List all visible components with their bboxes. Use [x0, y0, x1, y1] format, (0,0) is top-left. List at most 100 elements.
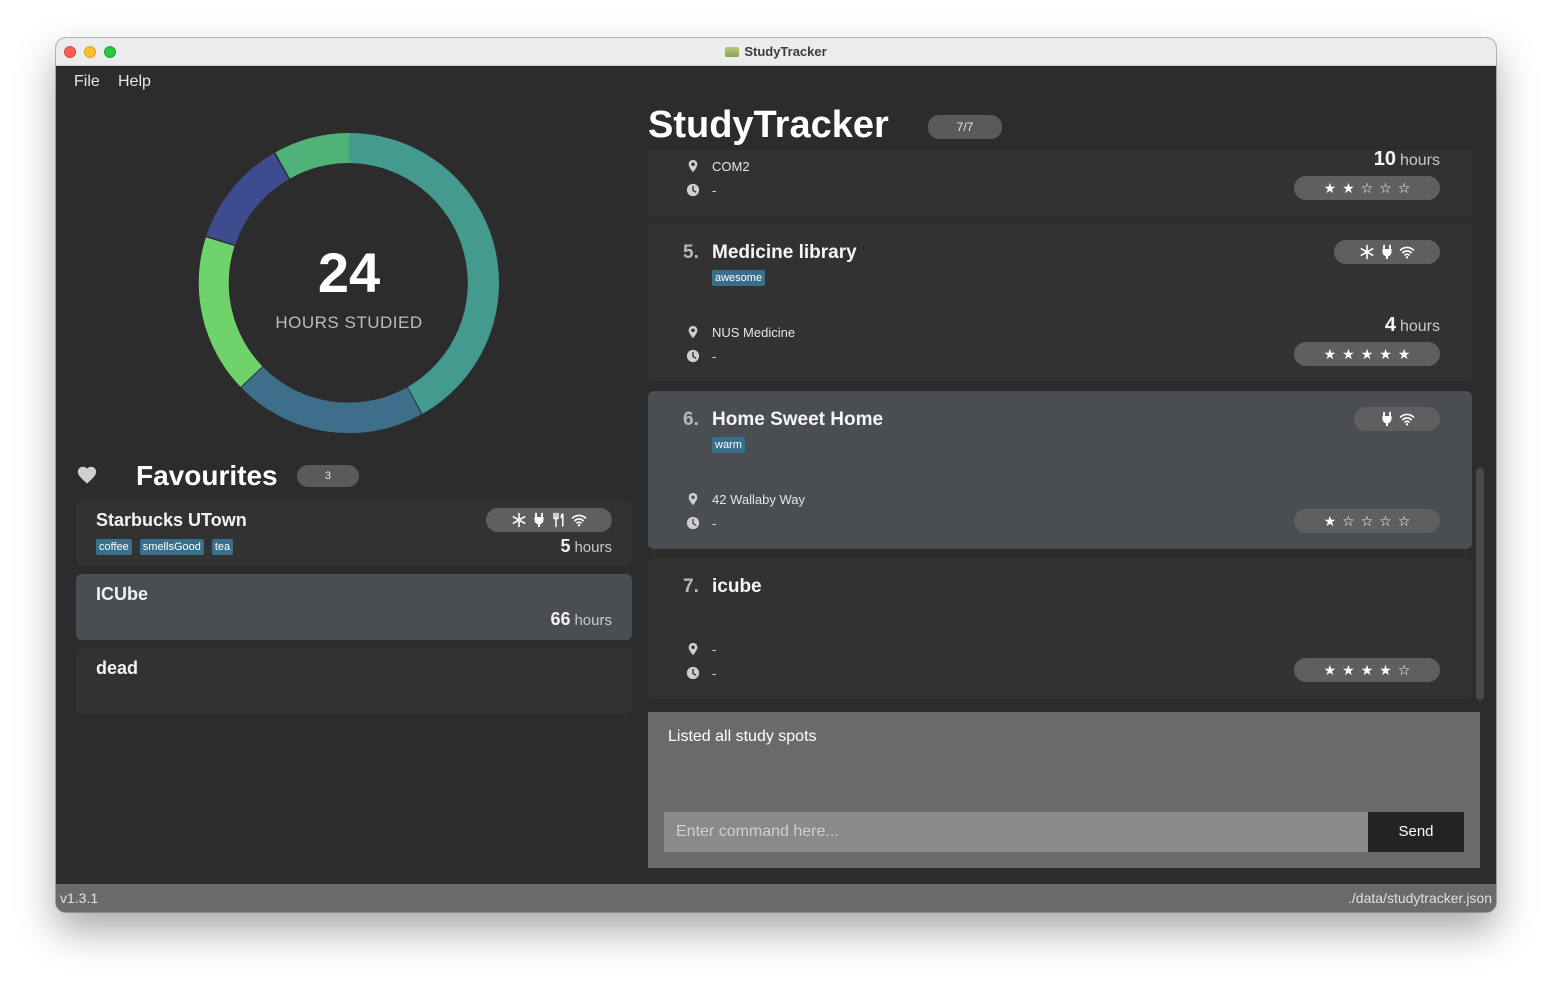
tag: warm	[712, 437, 745, 453]
version-label: v1.3.1	[60, 890, 99, 906]
plug-icon	[1382, 411, 1392, 426]
window-title-text: StudyTracker	[744, 44, 827, 59]
location-pin-icon	[688, 325, 698, 339]
plug-icon	[534, 512, 544, 527]
time-text: -	[712, 515, 717, 531]
wifi-icon	[571, 514, 587, 527]
favourite-hours: 5 hours	[560, 536, 612, 557]
data-file-path: ./data/studytracker.json	[1348, 890, 1492, 906]
study-spot-list[interactable]: COM2 - 10 hours ★ ★ ☆ ☆ ☆ 5. Medicine library…	[648, 150, 1484, 700]
hours-donut-chart: 24 HOURS STUDIED	[196, 130, 502, 436]
total-hours-label: HOURS STUDIED	[275, 313, 423, 332]
location-text: NUS Medicine	[712, 324, 796, 340]
spot-index: 7.	[683, 576, 699, 597]
menu-file[interactable]: File	[74, 73, 100, 91]
tag: tea	[211, 539, 234, 555]
spot-index: 6.	[683, 409, 699, 430]
star-filled-icon: ★	[1323, 662, 1337, 678]
tag: smellsGood	[139, 539, 204, 555]
star-empty-icon: ☆	[1342, 513, 1355, 529]
amenities-badge	[1334, 240, 1440, 264]
spot-hours: 10 hours	[1374, 150, 1440, 171]
donut-segment-5	[275, 133, 349, 179]
tag-list: coffee smellsGood tea	[96, 539, 234, 555]
list-scrollbar[interactable]	[1476, 468, 1484, 700]
favourite-name: dead	[96, 658, 139, 678]
menu-help[interactable]: Help	[118, 73, 151, 91]
star-empty-icon: ☆	[1397, 513, 1411, 529]
tag: coffee	[96, 539, 132, 555]
title-bar: StudyTracker	[56, 38, 1496, 66]
rating-stars: ★ ★ ☆ ☆ ☆	[1294, 176, 1440, 200]
star-filled-icon: ★	[1323, 180, 1337, 196]
star-empty-icon: ☆	[1379, 513, 1392, 529]
time-row: -	[686, 347, 716, 365]
spot-index: 5.	[683, 242, 699, 263]
time-row: -	[686, 181, 716, 199]
favourite-name: ICUbe	[96, 584, 149, 604]
spot-count-badge: 7/7	[928, 115, 1002, 139]
hours-value: 5	[560, 536, 571, 556]
favourites-header: Favourites 3	[76, 458, 656, 498]
star-empty-icon: ☆	[1360, 180, 1374, 196]
time-text: -	[712, 665, 717, 681]
spot-hours: 4 hours	[1385, 314, 1440, 337]
result-display: Listed all study spots Send	[648, 712, 1480, 868]
donut-segment-4	[206, 153, 289, 245]
food-icon	[553, 512, 564, 528]
hours-value: 4	[1384, 314, 1396, 336]
total-hours-value: 24	[317, 241, 381, 304]
favourite-card[interactable]: ICUbe 66 hours	[76, 574, 632, 640]
location-row: 42 Wallaby Way	[686, 490, 805, 508]
hours-unit: hours	[1399, 152, 1440, 169]
location-pin-icon	[688, 159, 698, 173]
donut-segment-2	[241, 366, 422, 434]
rating-stars: ★ ★ ★ ★ ☆	[1294, 658, 1440, 682]
plug-icon	[1382, 244, 1392, 259]
favourite-name: Starbucks UTown	[96, 510, 247, 530]
clock-icon	[686, 666, 700, 680]
rating-stars: ★ ★ ★ ★ ★	[1294, 342, 1440, 366]
command-input[interactable]	[664, 812, 1368, 852]
location-text: -	[712, 641, 717, 657]
star-empty-icon: ☆	[1397, 180, 1411, 196]
star-filled-icon: ★	[1360, 346, 1374, 362]
study-spot-card[interactable]: 5. Medicine library awesome NUS Medicine…	[648, 224, 1472, 381]
study-spot-card[interactable]: 7. icube - - ★ ★ ★ ★ ☆	[648, 558, 1472, 699]
favourite-card[interactable]: dead	[76, 648, 632, 714]
time-text: -	[712, 348, 717, 364]
window-title: StudyTracker	[56, 44, 1496, 59]
location-text: 42 Wallaby Way	[712, 491, 805, 507]
time-row: -	[686, 664, 716, 682]
heart-icon	[77, 466, 97, 484]
result-text: Listed all study spots	[668, 728, 817, 745]
star-empty-icon: ☆	[1379, 180, 1392, 196]
wifi-icon	[1399, 246, 1415, 259]
study-spot-card[interactable]: COM2 - 10 hours ★ ★ ☆ ☆ ☆	[648, 150, 1472, 216]
time-row: -	[686, 514, 716, 532]
clock-icon	[686, 516, 700, 530]
location-row: COM2	[686, 157, 750, 175]
amenities-badge	[1354, 407, 1440, 431]
send-button[interactable]: Send	[1368, 812, 1464, 852]
star-filled-icon: ★	[1379, 346, 1392, 362]
snowflake-icon	[1360, 244, 1374, 260]
favourite-card[interactable]: Starbucks UTown coffee smellsGood tea 5h…	[76, 500, 632, 566]
wifi-icon	[1399, 413, 1415, 426]
location-row: NUS Medicine	[686, 323, 795, 341]
spot-name: icube	[712, 576, 762, 597]
menu-bar: File Help	[56, 66, 1496, 98]
spot-name: Medicine library	[712, 242, 857, 263]
favourite-hours: 66 hours	[550, 609, 612, 630]
tag-list: warm	[712, 437, 745, 453]
hours-unit: hours	[574, 539, 612, 556]
tag: awesome	[712, 270, 766, 286]
time-text: -	[712, 182, 717, 198]
star-filled-icon: ★	[1342, 180, 1355, 196]
favourites-title: Favourites	[136, 460, 278, 491]
study-spot-card[interactable]: 6. Home Sweet Home warm 42 Wallaby Way -…	[648, 391, 1472, 549]
hours-unit: hours	[574, 612, 612, 629]
location-pin-icon	[688, 492, 698, 506]
star-filled-icon: ★	[1397, 346, 1411, 362]
star-filled-icon: ★	[1323, 346, 1337, 362]
